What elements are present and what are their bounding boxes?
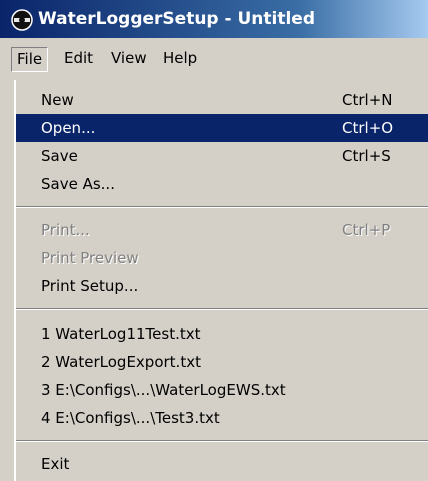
menu-separator <box>16 308 428 310</box>
menu-bar: File Edit View Help <box>0 38 428 80</box>
menu-separator <box>16 440 428 442</box>
menu-item-shortcut: Ctrl+N <box>342 91 393 109</box>
menu-item-recent-2[interactable]: 2 WaterLogExport.txt <box>16 348 428 376</box>
menu-view[interactable]: View <box>105 47 153 72</box>
menu-item-new[interactable]: New Ctrl+N <box>16 86 428 114</box>
menu-separator <box>16 206 428 208</box>
menu-file[interactable]: File <box>11 47 49 72</box>
window-title: WaterLoggerSetup - Untitled <box>38 9 315 29</box>
menu-item-label: 4 E:\Configs\...\Test3.txt <box>41 409 220 427</box>
menu-item-label: Exit <box>41 455 70 473</box>
file-menu-dropdown: New Ctrl+N Open... Ctrl+O Save Ctrl+S Sa… <box>0 80 428 481</box>
menu-item-print-preview: Print Preview <box>16 244 428 272</box>
menu-item-label: Save As... <box>41 175 115 193</box>
menu-item-print: Print... Ctrl+P <box>16 216 428 244</box>
menu-item-recent-4[interactable]: 4 E:\Configs\...\Test3.txt <box>16 404 428 432</box>
menu-item-label: Print Preview <box>41 249 139 267</box>
waterlogger-app-icon[interactable] <box>11 9 33 31</box>
menu-item-shortcut: Ctrl+S <box>342 147 391 165</box>
menu-item-label: 2 WaterLogExport.txt <box>41 353 201 371</box>
menu-help[interactable]: Help <box>157 47 203 72</box>
menu-item-label: Print Setup... <box>41 277 139 295</box>
menu-edit[interactable]: Edit <box>58 47 99 72</box>
menu-item-exit[interactable]: Exit <box>16 450 428 478</box>
menu-item-recent-1[interactable]: 1 WaterLog11Test.txt <box>16 320 428 348</box>
menu-item-label: 1 WaterLog11Test.txt <box>41 325 201 343</box>
menu-item-save[interactable]: Save Ctrl+S <box>16 142 428 170</box>
menu-item-label: Print... <box>41 221 90 239</box>
menu-item-print-setup[interactable]: Print Setup... <box>16 272 428 300</box>
menu-item-label: Save <box>41 147 78 165</box>
menu-item-label: 3 E:\Configs\...\WaterLogEWS.txt <box>41 381 286 399</box>
menu-item-save-as[interactable]: Save As... <box>16 170 428 198</box>
menu-item-label: New <box>41 91 74 109</box>
menu-item-label: Open... <box>41 119 96 137</box>
title-bar[interactable]: WaterLoggerSetup - Untitled <box>0 0 428 38</box>
menu-item-shortcut: Ctrl+O <box>342 119 394 137</box>
menu-item-open[interactable]: Open... Ctrl+O <box>16 114 428 142</box>
menu-item-shortcut: Ctrl+P <box>342 221 391 239</box>
menu-item-recent-3[interactable]: 3 E:\Configs\...\WaterLogEWS.txt <box>16 376 428 404</box>
